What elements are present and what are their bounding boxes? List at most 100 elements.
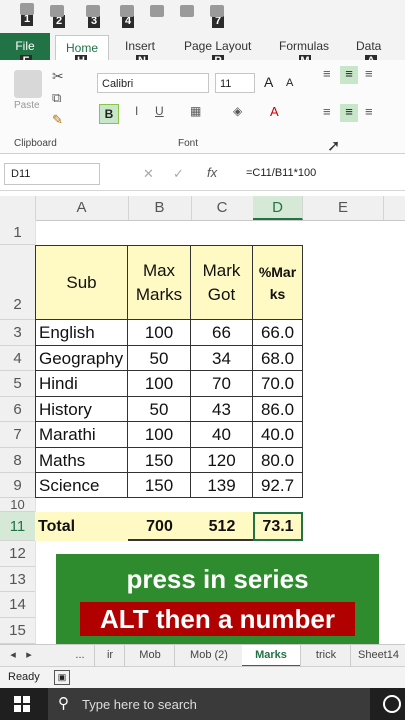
- undo-icon[interactable]: [50, 5, 64, 17]
- row-header-1[interactable]: 1: [0, 220, 35, 245]
- copy-icon[interactable]: ⧉: [52, 90, 61, 106]
- cell-subject[interactable]: Marathi: [35, 422, 128, 448]
- search-input[interactable]: Type here to search: [82, 697, 197, 712]
- left-align-icon[interactable]: ≡: [323, 104, 331, 119]
- cell-mark-got[interactable]: 70: [191, 371, 253, 397]
- font-name-select[interactable]: Calibri: [97, 73, 209, 93]
- header-cell-sub[interactable]: Sub: [35, 245, 128, 320]
- sheet-tab-more[interactable]: ...: [68, 645, 92, 667]
- redo-icon[interactable]: [86, 5, 100, 17]
- formula-input[interactable]: =C11/B11*100: [246, 167, 316, 179]
- filter-icon[interactable]: [210, 5, 224, 17]
- row-header-11[interactable]: 11: [0, 512, 35, 541]
- cortana-icon[interactable]: [383, 695, 401, 713]
- row-header-3[interactable]: 3: [0, 320, 35, 346]
- tab-formulas[interactable]: Formulas: [279, 39, 329, 53]
- row-header-12[interactable]: 12: [0, 541, 35, 567]
- total-label-cell[interactable]: Total: [35, 512, 128, 541]
- cell-mark-got[interactable]: 139: [191, 473, 253, 498]
- cell-mark-got[interactable]: 43: [191, 397, 253, 422]
- header-cell-percent-marks[interactable]: %Mar ks: [253, 245, 303, 320]
- sort-icon[interactable]: [180, 5, 194, 17]
- cell-mark-got[interactable]: 40: [191, 422, 253, 448]
- header-cell-max-marks[interactable]: Max Marks: [128, 245, 191, 320]
- column-header-d[interactable]: D: [253, 196, 303, 220]
- cell-subject[interactable]: Geography: [35, 346, 128, 371]
- cell-mark-got[interactable]: 120: [191, 448, 253, 473]
- select-all-corner[interactable]: [0, 196, 36, 220]
- center-align-icon[interactable]: ≡: [340, 104, 358, 122]
- cell-percent-marks[interactable]: 80.0: [253, 448, 303, 473]
- underline-button[interactable]: U: [155, 104, 164, 118]
- cell-max-marks[interactable]: 150: [128, 473, 191, 498]
- scroll-left-icon[interactable]: ◂: [6, 645, 20, 667]
- bottom-align-icon[interactable]: ≡: [365, 66, 373, 81]
- total-mark-got-cell[interactable]: 512: [191, 512, 253, 541]
- header-cell-mark-got[interactable]: Mark Got: [191, 245, 253, 320]
- insert-function-icon[interactable]: fx: [207, 165, 217, 180]
- cell-max-marks[interactable]: 100: [128, 422, 191, 448]
- windows-start-icon[interactable]: [14, 696, 30, 712]
- format-painter-icon[interactable]: ✎: [52, 112, 63, 128]
- save-icon[interactable]: [20, 3, 34, 15]
- cell-subject[interactable]: Science: [35, 473, 128, 498]
- cancel-icon[interactable]: ✕: [143, 166, 154, 182]
- cell-subject[interactable]: Maths: [35, 448, 128, 473]
- bold-button[interactable]: B: [99, 104, 119, 124]
- borders-icon[interactable]: ▦: [190, 104, 201, 118]
- grow-font-button[interactable]: A: [264, 74, 273, 90]
- cell-max-marks[interactable]: 100: [128, 371, 191, 397]
- sheet-tab-marks[interactable]: Marks: [242, 645, 300, 667]
- row-header-5[interactable]: 5: [0, 371, 35, 397]
- fill-color-icon[interactable]: ◈: [233, 104, 242, 118]
- cell-percent-marks[interactable]: 92.7: [253, 473, 303, 498]
- cell-subject[interactable]: English: [35, 320, 128, 346]
- macro-record-icon[interactable]: ▣: [54, 670, 70, 685]
- font-size-select[interactable]: 11: [215, 73, 255, 93]
- top-align-icon[interactable]: ≡: [323, 66, 331, 81]
- cell-max-marks[interactable]: 150: [128, 448, 191, 473]
- row-header-9[interactable]: 9: [0, 473, 35, 498]
- row-header-15[interactable]: 15: [0, 618, 35, 644]
- italic-button[interactable]: I: [135, 104, 138, 118]
- sheet-tab-mob[interactable]: Mob: [124, 645, 175, 667]
- cell-max-marks[interactable]: 100: [128, 320, 191, 346]
- name-box[interactable]: D11: [4, 163, 100, 185]
- tab-page-layout[interactable]: Page Layout: [184, 39, 251, 53]
- font-color-button[interactable]: A: [270, 104, 279, 119]
- total-max-marks-cell[interactable]: 700: [128, 512, 191, 541]
- active-cell-d11[interactable]: 73.1: [253, 512, 303, 541]
- cell-percent-marks[interactable]: 40.0: [253, 422, 303, 448]
- cell-mark-got[interactable]: 66: [191, 320, 253, 346]
- tab-data[interactable]: Data: [356, 39, 381, 53]
- right-align-icon[interactable]: ≡: [365, 104, 373, 119]
- print-icon[interactable]: [120, 5, 134, 17]
- paste-icon[interactable]: [14, 70, 42, 98]
- row-header-8[interactable]: 8: [0, 448, 35, 473]
- row-header-4[interactable]: 4: [0, 346, 35, 371]
- cell-subject[interactable]: History: [35, 397, 128, 422]
- taskbar-search-box[interactable]: ⚲ Type here to search: [48, 688, 370, 720]
- row-header-2[interactable]: 2: [0, 245, 35, 320]
- cell-mark-got[interactable]: 34: [191, 346, 253, 371]
- shrink-font-button[interactable]: A: [286, 77, 293, 89]
- cell-max-marks[interactable]: 50: [128, 346, 191, 371]
- cell-percent-marks[interactable]: 66.0: [253, 320, 303, 346]
- column-header-b[interactable]: B: [128, 196, 192, 220]
- cell-percent-marks[interactable]: 68.0: [253, 346, 303, 371]
- column-header-a[interactable]: A: [35, 196, 129, 220]
- row-header-13[interactable]: 13: [0, 567, 35, 592]
- middle-align-icon[interactable]: ≡: [340, 66, 358, 84]
- cell-max-marks[interactable]: 50: [128, 397, 191, 422]
- sheet-tab-mob-2[interactable]: Mob (2): [174, 645, 243, 667]
- row-header-10[interactable]: 10: [0, 498, 35, 512]
- enter-icon[interactable]: ✓: [173, 166, 184, 182]
- tab-insert[interactable]: Insert: [125, 39, 155, 53]
- row-header-6[interactable]: 6: [0, 397, 35, 422]
- sheet-tab-trick[interactable]: trick: [300, 645, 351, 667]
- row-header-14[interactable]: 14: [0, 592, 35, 618]
- sheet-tab-ir[interactable]: ir: [94, 645, 125, 667]
- quick-print-icon[interactable]: [150, 5, 164, 17]
- column-header-e[interactable]: E: [303, 196, 384, 220]
- cell-percent-marks[interactable]: 86.0: [253, 397, 303, 422]
